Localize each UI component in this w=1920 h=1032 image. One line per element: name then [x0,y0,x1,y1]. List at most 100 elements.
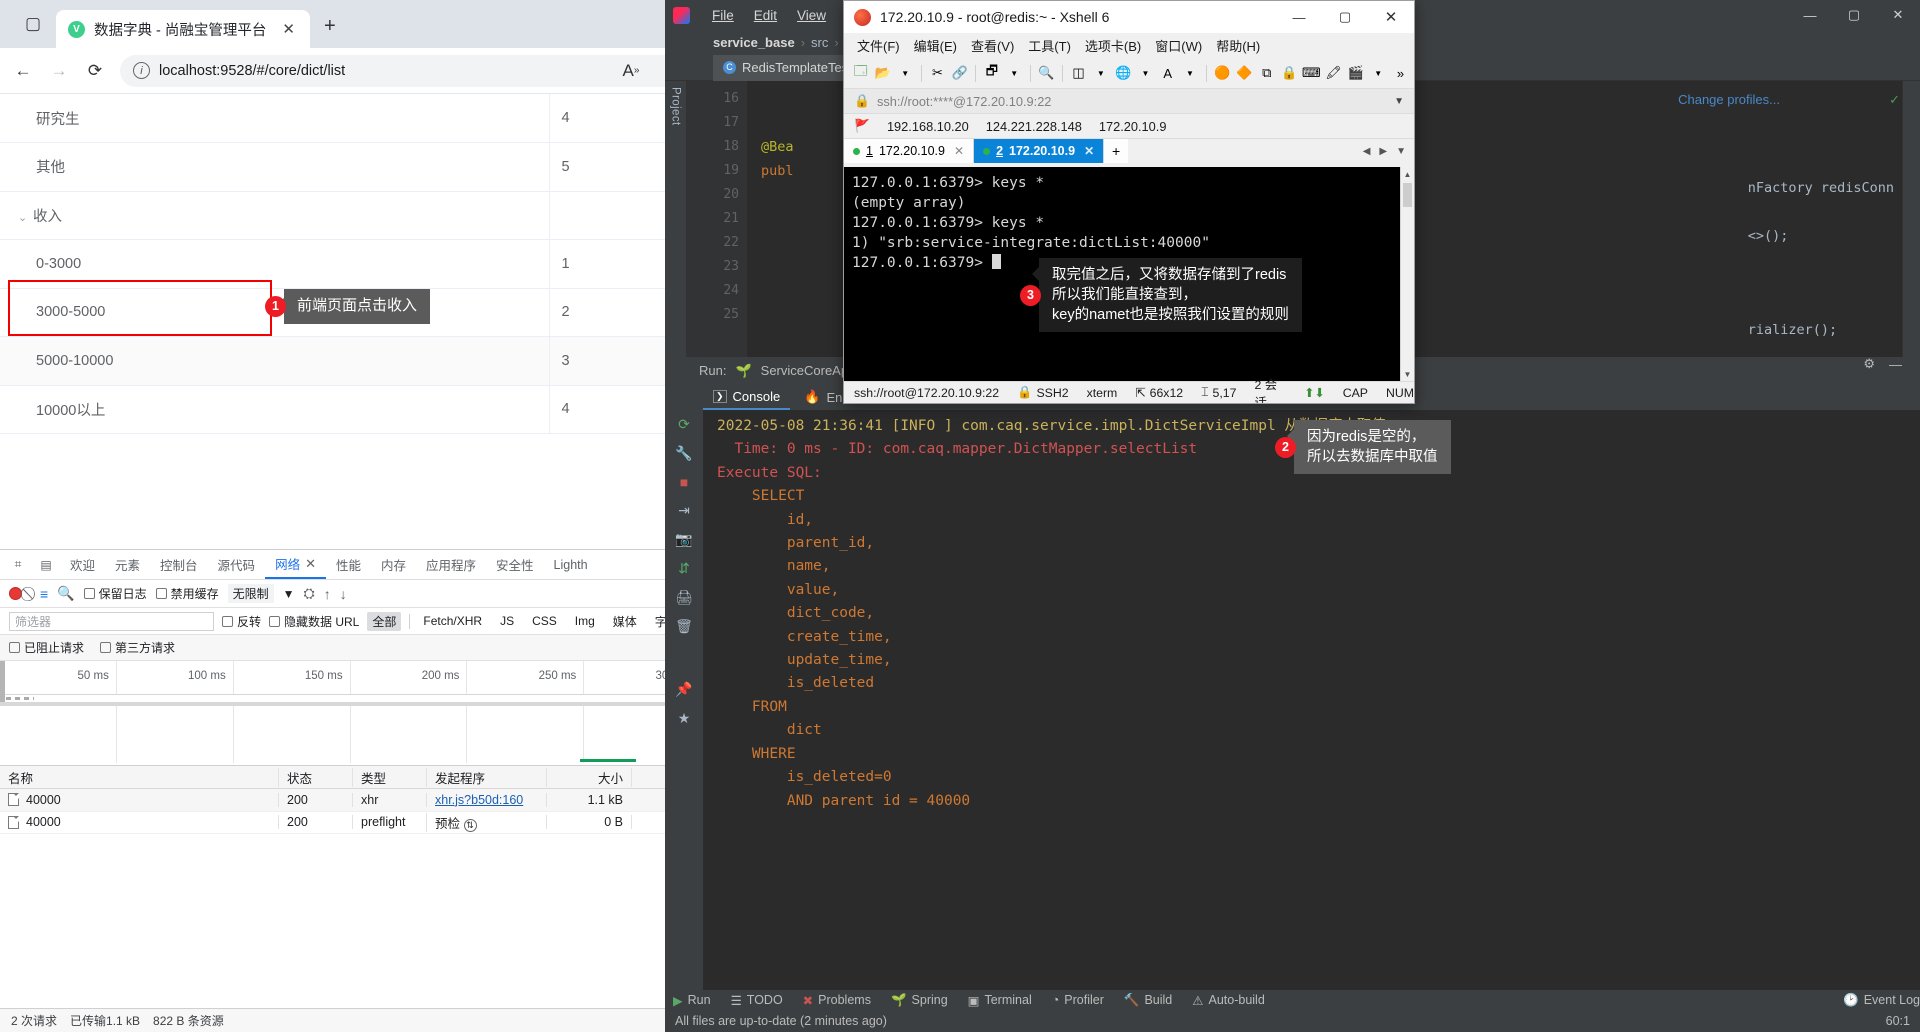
sidebar-item-project[interactable]: Project [670,87,682,126]
tab-welcome[interactable]: 欢迎 [60,550,105,579]
tab-application[interactable]: 应用程序 [416,550,486,579]
font-icon[interactable]: A [1158,63,1177,84]
bottom-tab-todo[interactable]: ☰ TODO [731,993,783,1008]
throttle-select[interactable]: 无限制 [227,584,274,603]
reload-icon[interactable]: ⟳ [78,54,112,88]
highlight-icon[interactable]: 🖍 [1324,63,1343,84]
hide-data-urls-checkbox[interactable]: 隐藏数据 URL [269,613,359,630]
globe-icon[interactable]: 🌐 [1114,63,1133,84]
scrollbar-thumb[interactable] [1403,183,1412,207]
xagent-icon[interactable]: 🔶 [1235,63,1254,84]
star-icon[interactable]: ★ [678,710,691,727]
soft-wrap-icon[interactable]: ⇥ [678,502,690,519]
chevron-down-icon[interactable]: ⌄ [18,211,33,224]
site-info-icon[interactable]: i [133,62,150,79]
filter-type-fetchxhr[interactable]: Fetch/XHR [418,613,487,629]
bottom-tab-terminal[interactable]: ▣ Terminal [968,993,1032,1008]
minimize-icon[interactable]: — [1276,1,1322,33]
scroll-end-icon[interactable]: ⇵ [678,560,690,577]
maximize-icon[interactable]: ▢ [1832,0,1876,30]
bottom-tab-build[interactable]: 🔨 Build [1124,993,1172,1008]
clear-all-icon[interactable]: 🗑 [675,618,693,635]
back-icon[interactable]: ← [6,54,40,88]
close-icon[interactable]: ✕ [1876,0,1920,30]
close-icon[interactable]: ✕ [305,556,316,572]
tab-network[interactable]: 网络 ✕ [265,550,326,579]
menu-view[interactable]: 查看(V) [964,36,1021,55]
bottom-tab-profiler[interactable]: ◔ Profiler [1052,993,1104,1007]
device-toolbar-icon[interactable]: ▤ [32,552,60,578]
column-header-name[interactable]: 名称 [0,768,278,787]
bottom-tab-run[interactable]: ▶ Run [673,993,711,1008]
tab-elements[interactable]: 元素 [105,550,150,579]
maximize-icon[interactable]: ▢ [1322,1,1368,33]
close-icon[interactable]: ✕ [1084,144,1094,158]
keyboard-icon[interactable]: ⌨ [1302,63,1321,84]
disable-cache-checkbox[interactable]: 禁用缓存 [155,585,219,602]
lock-icon[interactable]: 🔒 [1279,63,1298,84]
chevron-down-icon[interactable]: ▼ [1136,63,1155,84]
bookmark-item[interactable]: 192.168.10.20 [887,119,969,134]
chevron-down-icon[interactable]: ▼ [1180,63,1199,84]
menu-edit[interactable]: 编辑(E) [907,36,964,55]
chevron-down-icon[interactable]: ▼ [1394,96,1404,107]
print-icon[interactable]: 🖨 [675,589,693,606]
column-header-initiator[interactable]: 发起程序 [426,767,546,787]
menu-edit[interactable]: Edit [744,8,787,23]
tab-sources[interactable]: 源代码 [208,550,266,579]
chevron-down-icon[interactable]: ▼ [1091,63,1110,84]
close-icon[interactable]: ✕ [275,20,302,38]
tab-memory[interactable]: 内存 [371,550,416,579]
scroll-down-icon[interactable]: ▼ [1401,367,1414,381]
chevron-down-icon[interactable]: ▼ [1369,63,1388,84]
chevron-down-icon[interactable]: ▼ [283,587,295,601]
filter-type-all[interactable]: 全部 [367,611,402,631]
hide-panel-icon[interactable]: — [1889,357,1902,372]
filter-input[interactable]: 筛选器 [9,611,214,631]
search-icon[interactable]: 🔍 [1037,63,1056,84]
column-header-status[interactable]: 状态 [278,767,352,787]
tab-actions-icon[interactable]: ▢ [18,9,48,39]
session-tab-1[interactable]: 1 172.20.10.9 ✕ [844,139,975,163]
reconnect-icon[interactable]: 🔗 [950,63,969,84]
record-icon[interactable]: 🎬 [1346,63,1365,84]
toolbar-overflow-icon[interactable]: » [1391,63,1410,84]
filter-type-js[interactable]: JS [495,613,519,629]
console-output[interactable]: 2022-05-08 21:36:41 [INFO ] com.caq.serv… [703,410,1920,990]
address-bar[interactable]: i localhost:9528/#/core/dict/list A» ☆ [120,54,697,88]
filter-icon[interactable]: ≡ [40,586,48,602]
pin-icon[interactable]: 📌 [675,681,692,698]
menu-window[interactable]: 窗口(W) [1148,36,1209,55]
menu-file[interactable]: File [702,8,744,23]
menu-tabs[interactable]: 选项卡(B) [1078,36,1148,55]
import-har-icon[interactable]: ↑ [324,586,331,602]
settings-gear-icon[interactable]: ⚙ [1863,356,1875,372]
wrench-icon[interactable]: 🔧 [675,445,692,462]
run-configuration-name[interactable]: ServiceCoreAp [761,363,848,378]
record-icon[interactable] [9,587,22,600]
change-profiles-link[interactable]: Change profiles... [1678,92,1780,107]
filter-type-css[interactable]: CSS [527,613,562,629]
layout-icon[interactable]: ◫ [1069,63,1088,84]
bottom-tab-problems[interactable]: ✖ Problems [803,993,871,1008]
stop-icon[interactable]: ■ [680,474,688,490]
rerun-icon[interactable]: ⟳ [678,416,690,433]
tab-console[interactable]: 控制台 [150,550,208,579]
terminal-scrollbar[interactable]: ▲ ▼ [1400,167,1414,381]
compose-icon[interactable]: ⧉ [1257,63,1276,84]
inspect-element-icon[interactable]: ⌗ [4,552,32,578]
forward-icon[interactable]: → [42,54,76,88]
filter-type-img[interactable]: Img [570,613,600,629]
disconnect-icon[interactable]: ✂ [928,63,947,84]
tab-performance[interactable]: 性能 [326,550,371,579]
tab-security[interactable]: 安全性 [486,550,544,579]
tab-console[interactable]: ❯ Console [703,385,791,410]
third-party-checkbox[interactable]: 第三方请求 [100,639,175,656]
scroll-up-icon[interactable]: ▲ [1401,167,1414,181]
bottom-tab-spring[interactable]: 🌱 Spring [891,993,948,1008]
bookmark-item[interactable]: 124.221.228.148 [986,119,1082,134]
bottom-tab-autobuild[interactable]: ⚠ Auto-build [1192,993,1265,1008]
breadcrumb-module[interactable]: service_base [713,35,795,50]
read-aloud-icon[interactable]: A» [614,54,648,88]
camera-icon[interactable]: 📷 [675,531,692,548]
